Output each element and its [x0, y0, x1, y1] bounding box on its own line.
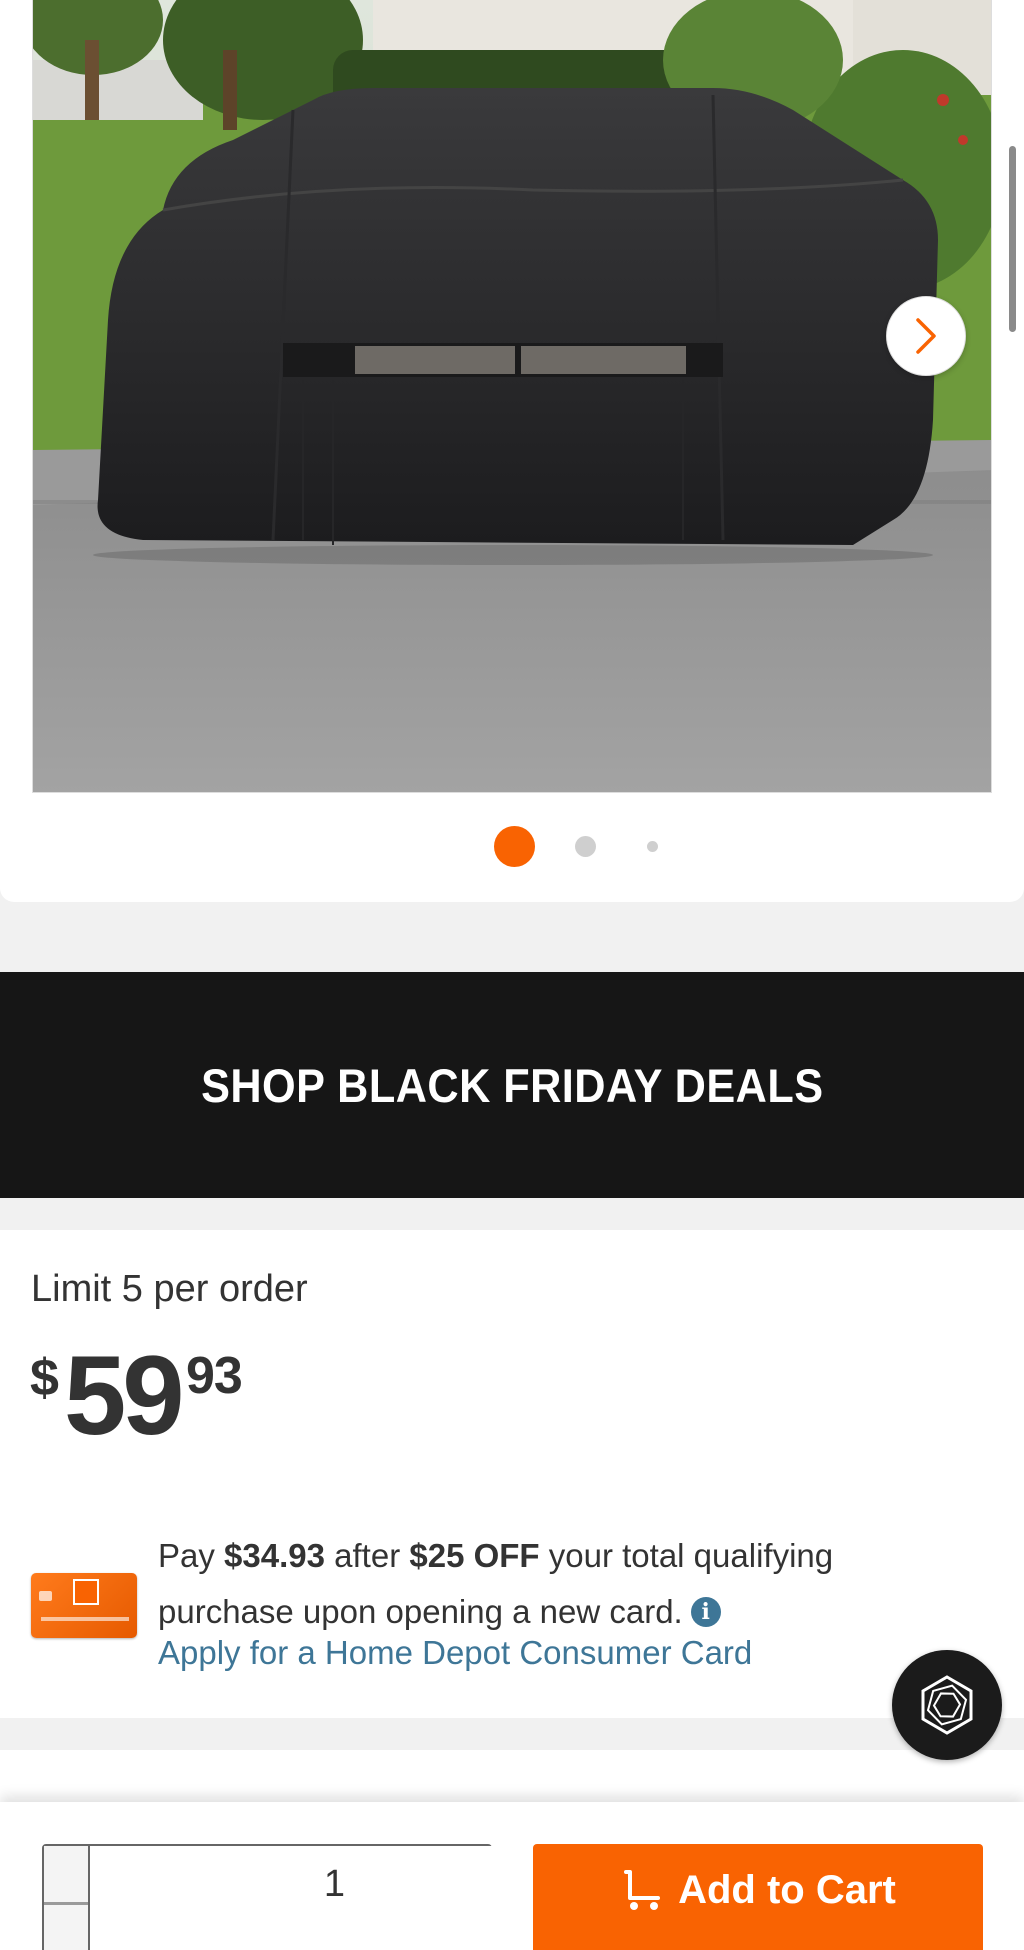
- section-divider: [0, 1718, 1024, 1750]
- card-chip: [39, 1591, 52, 1601]
- image-gallery-card: [0, 0, 1024, 902]
- offer-pay: Pay: [158, 1537, 215, 1574]
- grill-cover-photo: [33, 0, 991, 792]
- next-image-button[interactable]: [886, 296, 966, 376]
- quantity-stepper: [42, 1844, 625, 1950]
- apply-card-link[interactable]: Apply for a Home Depot Consumer Card: [158, 1634, 752, 1672]
- price-currency: $: [30, 1349, 59, 1407]
- gallery-dot[interactable]: [575, 836, 596, 857]
- offer-discounted-price: $34.93: [224, 1537, 325, 1574]
- decrease-quantity-button[interactable]: [44, 1846, 90, 1950]
- price-dollars: 59: [64, 1333, 185, 1458]
- gallery-pagination: [0, 826, 1024, 868]
- product-image[interactable]: [32, 0, 992, 793]
- chevron-right-icon: [916, 318, 936, 354]
- chat-assistant-button[interactable]: [892, 1650, 1002, 1760]
- add-to-cart-button[interactable]: Add to Cart: [533, 1844, 983, 1950]
- assistant-hexagon-icon: [921, 1675, 973, 1735]
- purchase-limit: Limit 5 per order: [31, 1268, 308, 1310]
- cart-icon: [624, 1870, 661, 1910]
- price-card: Limit 5 per order $ 59 93 Pay $34.93 aft…: [0, 1230, 1024, 1718]
- gallery-dot-active[interactable]: [494, 826, 535, 867]
- minus-icon: [44, 1902, 88, 1905]
- credit-card-image: [31, 1573, 137, 1638]
- gallery-dot[interactable]: [647, 841, 658, 852]
- add-to-cart-label: Add to Cart: [678, 1868, 896, 1912]
- black-friday-banner[interactable]: SHOP BLACK FRIDAY DEALS: [0, 972, 1024, 1198]
- home-depot-logo-icon: [73, 1579, 99, 1605]
- offer-after: after: [334, 1537, 401, 1574]
- info-icon[interactable]: i: [690, 1597, 721, 1627]
- page-scrollbar[interactable]: [1009, 146, 1016, 332]
- next-section-card: [0, 1750, 1024, 1810]
- add-to-cart-bar: Add to Cart: [0, 1802, 1024, 1950]
- product-page: SHOP BLACK FRIDAY DEALS Limit 5 per orde…: [0, 0, 1024, 1950]
- banner-label: SHOP BLACK FRIDAY DEALS: [200, 1058, 824, 1112]
- price-cents: 93: [186, 1347, 243, 1405]
- quantity-input[interactable]: [90, 1846, 579, 1950]
- card-number-stripe: [41, 1617, 129, 1621]
- offer-discount: $25 OFF: [409, 1537, 540, 1574]
- card-offer-text: Pay $34.93 after $25 OFF your total qual…: [158, 1528, 978, 1640]
